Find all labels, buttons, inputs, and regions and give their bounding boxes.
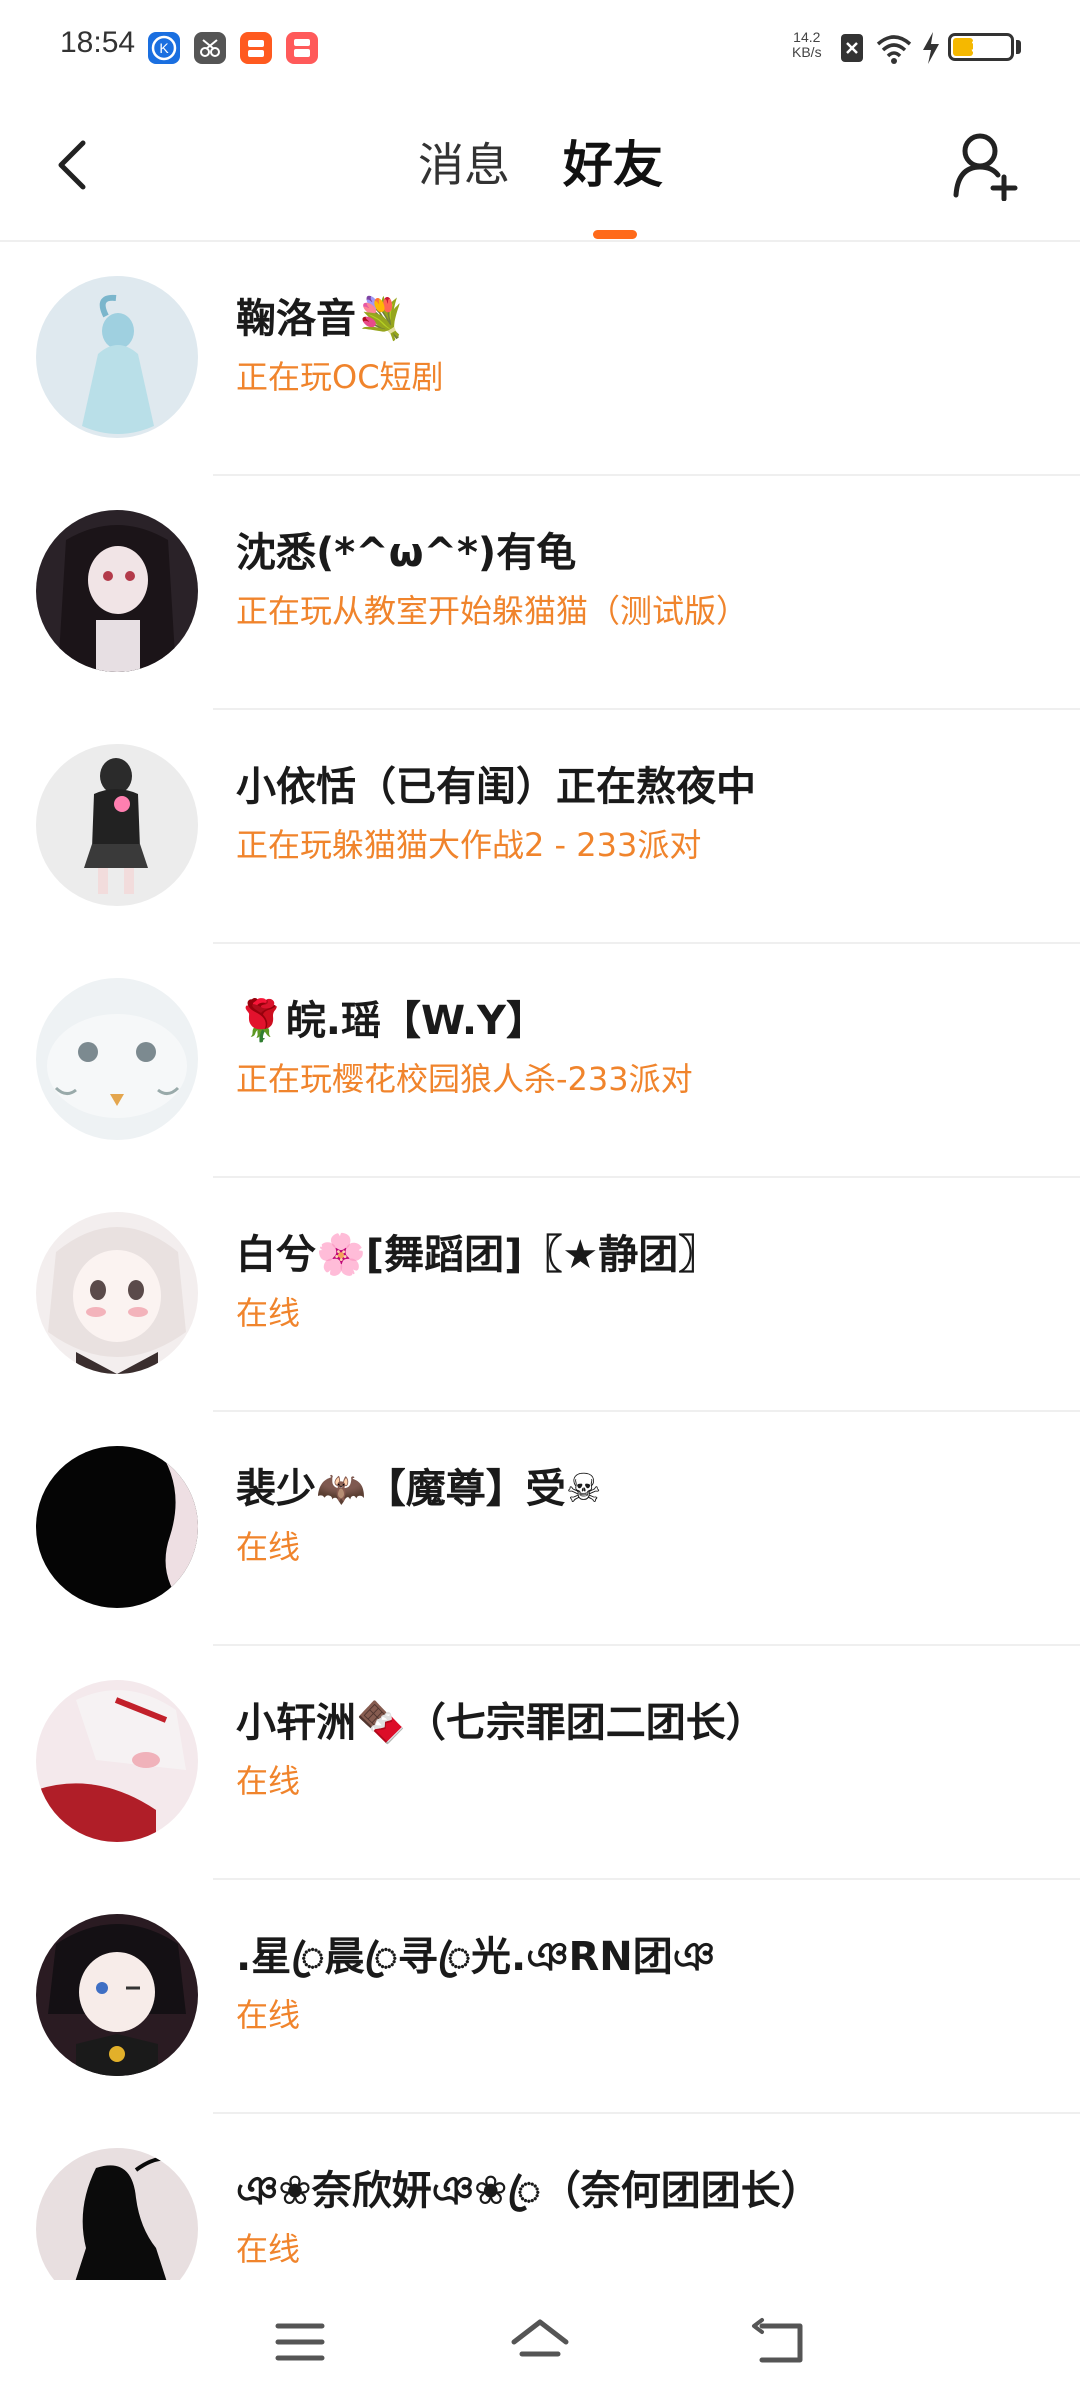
tab-friends[interactable]: 好友 xyxy=(563,135,663,195)
friend-item[interactable]: 鞠洛音💐 正在玩OC短剧 xyxy=(0,242,1080,476)
friend-item[interactable]: 沈悉(*^ω^*)有龟 正在玩从教室开始躲猫猫（测试版） xyxy=(0,476,1080,710)
menu-icon xyxy=(275,2323,325,2361)
friend-name: 沈悉(*^ω^*)有龟 xyxy=(236,530,577,576)
avatar[interactable] xyxy=(36,1446,198,1608)
friend-status: 正在玩从教室开始躲猫猫（测试版） xyxy=(236,592,749,630)
menu-button[interactable] xyxy=(268,2312,332,2372)
sim-icon xyxy=(840,33,864,67)
network-speed: 14.2 KB/s xyxy=(792,30,822,60)
home-button[interactable] xyxy=(508,2312,572,2372)
add-friend-icon xyxy=(953,133,1018,202)
header: 消息 好友 xyxy=(0,95,1080,242)
system-nav-bar xyxy=(0,2280,1080,2404)
status-bar: 18:54 K 14.2 KB/s 30 xyxy=(0,0,1080,95)
friend-status: 在线 xyxy=(236,1294,301,1332)
battery-icon: 30 xyxy=(948,33,1014,61)
orange-app-icon xyxy=(240,32,272,64)
friend-name: .星ꦿ晨ꦿ寻ꦿ光.ঞRN团ঞ xyxy=(236,1934,715,1980)
avatar[interactable] xyxy=(36,510,198,672)
friend-name: 小依恬（已有闺）正在熬夜中 xyxy=(236,764,756,810)
charging-icon xyxy=(920,31,942,69)
avatar[interactable] xyxy=(36,1914,198,2076)
friend-item[interactable]: 🌹皖.瑶【W.Y】 正在玩樱花校园狼人杀-233派对 xyxy=(0,944,1080,1178)
back-button[interactable] xyxy=(45,135,105,195)
friend-status: 正在玩OC短剧 xyxy=(236,358,444,396)
red-app-icon xyxy=(286,32,318,64)
friend-item[interactable]: 小依恬（已有闺）正在熬夜中 正在玩躲猫猫大作战2 - 233派对 xyxy=(0,710,1080,944)
friend-status: 在线 xyxy=(236,1528,301,1566)
active-tab-indicator xyxy=(593,230,637,239)
net-speed-value: 14.2 xyxy=(793,29,821,45)
avatar[interactable] xyxy=(36,276,198,438)
svg-text:K: K xyxy=(159,40,169,56)
net-speed-unit: KB/s xyxy=(792,44,822,60)
friend-name: 小轩洲🍫（七宗罪团二团长） xyxy=(236,1700,766,1746)
friend-name: 白兮🌸[舞蹈团]〖★静团〗 xyxy=(236,1232,719,1278)
k-app-icon: K xyxy=(148,32,180,64)
friend-name: 🌹皖.瑶【W.Y】 xyxy=(236,998,547,1044)
friend-item[interactable]: 白兮🌸[舞蹈团]〖★静团〗 在线 xyxy=(0,1178,1080,1412)
friend-status: 在线 xyxy=(236,1762,301,1800)
friend-list: 鞠洛音💐 正在玩OC短剧 沈悉(*^ω^*)有龟 正在玩从教室开始躲猫猫（测试版… xyxy=(0,242,1080,2348)
back-arrow-icon xyxy=(58,140,86,190)
avatar[interactable] xyxy=(36,978,198,1140)
friend-status: 正在玩樱花校园狼人杀-233派对 xyxy=(236,1060,693,1098)
tab-messages[interactable]: 消息 xyxy=(418,135,510,195)
friend-name: 鞠洛音💐 xyxy=(236,296,406,342)
scissors-app-icon xyxy=(194,32,226,64)
friend-status: 在线 xyxy=(236,2230,301,2268)
add-friend-button[interactable] xyxy=(950,131,1020,202)
back-nav-button[interactable] xyxy=(748,2312,812,2372)
friend-status: 在线 xyxy=(236,1996,301,2034)
avatar[interactable] xyxy=(36,1680,198,1842)
friend-name: ঞ❀奈欣妍ঞ❀ꦿ（奈何团团长） xyxy=(236,2168,821,2214)
return-icon xyxy=(752,2318,803,2363)
status-time: 18:54 xyxy=(60,26,136,59)
friend-name: 裴少🦇【魔尊】受☠ xyxy=(236,1466,602,1512)
friend-status: 正在玩躲猫猫大作战2 - 233派对 xyxy=(236,826,702,864)
battery-level: 30 xyxy=(970,37,992,57)
home-icon xyxy=(511,2319,569,2357)
friend-item[interactable]: .星ꦿ晨ꦿ寻ꦿ光.ঞRN团ঞ 在线 xyxy=(0,1880,1080,2114)
friend-item[interactable]: 小轩洲🍫（七宗罪团二团长） 在线 xyxy=(0,1646,1080,1880)
avatar[interactable] xyxy=(36,744,198,906)
wifi-icon xyxy=(874,32,914,68)
avatar[interactable] xyxy=(36,1212,198,1374)
friend-item[interactable]: 裴少🦇【魔尊】受☠ 在线 xyxy=(0,1412,1080,1646)
